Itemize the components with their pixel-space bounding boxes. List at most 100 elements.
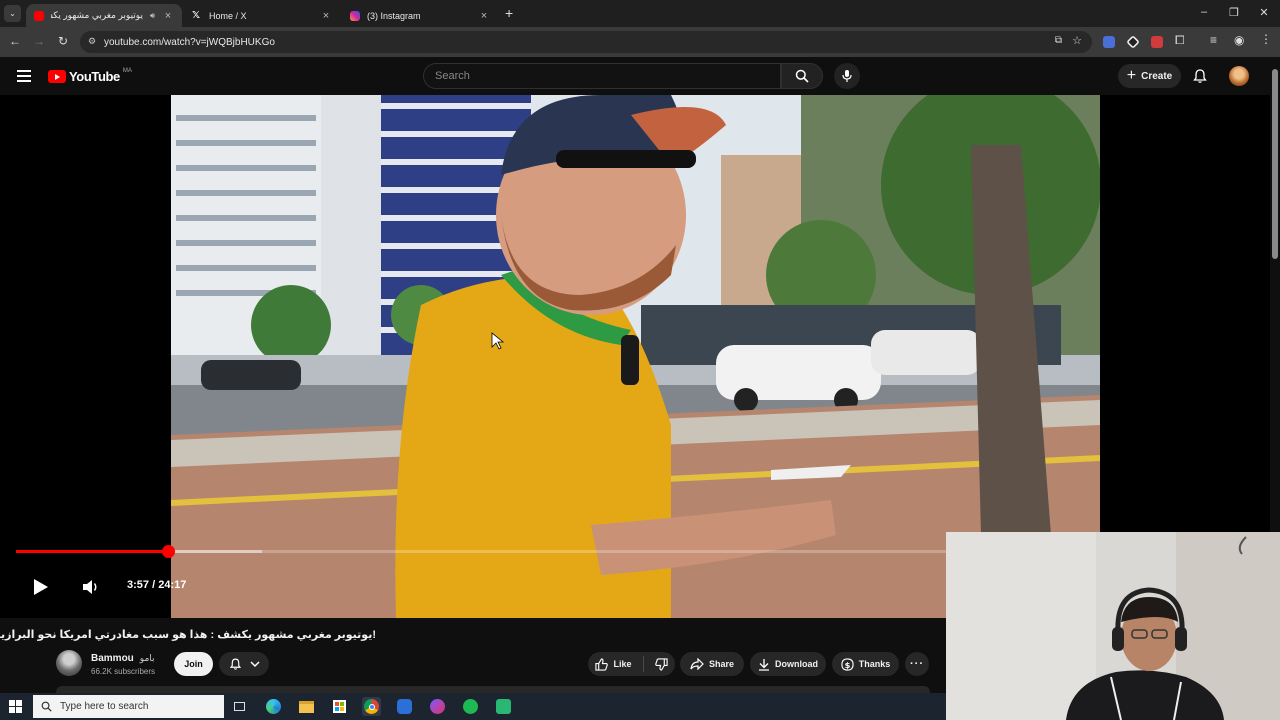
like-button[interactable]: Like	[595, 657, 632, 671]
tab-x[interactable]: 𝕏 Home / X ×	[184, 4, 340, 27]
search-icon	[795, 69, 809, 83]
extension-icon[interactable]	[1126, 35, 1140, 49]
play-icon	[34, 579, 48, 595]
close-tab-icon[interactable]: ×	[320, 10, 332, 22]
join-button[interactable]: Join	[174, 652, 213, 676]
download-button[interactable]: Download	[750, 652, 826, 676]
like-label: Like	[613, 659, 632, 669]
thanks-button[interactable]: $ Thanks	[832, 652, 899, 676]
youtube-logo[interactable]: YouTube MA	[48, 67, 132, 84]
minimize-button[interactable]: –	[1194, 6, 1214, 18]
site-info-icon[interactable]: ⚙︎	[88, 36, 96, 47]
reload-button[interactable]: ↻	[55, 34, 71, 48]
more-actions-button[interactable]: ···	[905, 652, 929, 676]
windows-taskbar: Type here to search	[0, 693, 946, 720]
thanks-label: Thanks	[858, 659, 891, 669]
browser-toolbar: ← → ↻ ⚙︎ youtube.com/watch?v=jWQBjbHUKGo…	[0, 27, 1280, 57]
translate-extension-icon[interactable]	[1103, 36, 1115, 48]
youtube-favicon-icon	[34, 10, 44, 21]
share-button[interactable]: Share	[680, 652, 744, 676]
subscriber-count: 66.2K subscribers	[91, 667, 156, 676]
channel-name-arabic: بامو	[139, 653, 155, 663]
time-display: 3:57 / 24:17	[127, 579, 187, 591]
messenger-app-icon[interactable]	[428, 697, 447, 716]
download-icon	[759, 658, 769, 671]
tab-title: (3) Instagram	[367, 10, 421, 21]
speaker-icon[interactable]: 🔊︎	[150, 11, 155, 21]
task-view-icon[interactable]	[230, 697, 249, 716]
close-tab-icon[interactable]: ×	[478, 10, 490, 22]
video-title: !يوتيوبر مغربي مشهور يكشف : هذا هو سبب م…	[0, 629, 376, 641]
channel-avatar[interactable]	[56, 650, 82, 676]
media-control-icon[interactable]: ≡	[1210, 33, 1217, 47]
like-divider	[642, 656, 644, 672]
create-button[interactable]: + Create	[1118, 64, 1181, 88]
description-box-edge[interactable]	[56, 686, 930, 693]
address-bar[interactable]: ⚙︎ youtube.com/watch?v=jWQBjbHUKGo ⧉ ☆	[80, 31, 1092, 53]
create-label: Create	[1141, 70, 1173, 82]
extensions-puzzle-icon[interactable]: ⧠	[1175, 33, 1185, 48]
play-button[interactable]	[33, 578, 49, 601]
country-code: MA	[122, 67, 132, 74]
duration: 24:17	[158, 579, 187, 591]
profile-icon[interactable]: ◉	[1234, 33, 1244, 47]
new-tab-button[interactable]: +	[505, 5, 513, 21]
voice-search-button[interactable]	[834, 63, 860, 89]
install-app-icon[interactable]: ⧉	[1055, 35, 1062, 46]
microphone-icon	[842, 70, 852, 82]
search-input[interactable]: Search	[423, 63, 781, 89]
subscription-bell-button[interactable]	[219, 652, 269, 676]
vpn-app-icon[interactable]	[395, 697, 414, 716]
tab-instagram[interactable]: (3) Instagram ×	[342, 4, 498, 27]
youtube-play-logo-icon	[48, 70, 66, 83]
microsoft-store-icon[interactable]	[330, 697, 349, 716]
bookmark-star-icon[interactable]: ☆	[1072, 34, 1082, 47]
file-explorer-icon[interactable]	[297, 697, 316, 716]
channel-name-text: Bammou	[91, 653, 134, 664]
close-window-button[interactable]: ✕	[1254, 6, 1274, 19]
bell-icon	[229, 658, 241, 670]
windows-start-icon[interactable]	[9, 700, 22, 713]
close-tab-icon[interactable]: ×	[162, 10, 174, 22]
tab-title: يوتيوبر مغربي مشهور يكشف	[51, 10, 143, 20]
search-icon	[41, 701, 52, 712]
dislike-button[interactable]	[654, 657, 668, 671]
thumbs-down-icon	[654, 657, 668, 671]
youtube-header: YouTube MA Search + Create	[0, 57, 1270, 95]
browser-tab-strip: ⌄ يوتيوبر مغربي مشهور يكشف 🔊︎ × 𝕏 Home /…	[0, 0, 1280, 27]
hamburger-menu-icon[interactable]	[17, 70, 31, 82]
more-horizontal-icon: ···	[910, 658, 924, 670]
thumbs-up-icon	[595, 657, 609, 671]
played-bar	[16, 550, 168, 553]
notifications-bell-icon[interactable]	[1192, 68, 1208, 89]
chrome-icon[interactable]	[362, 697, 381, 716]
plus-icon: +	[1126, 67, 1137, 84]
thanks-icon: $	[841, 657, 854, 671]
channel-name[interactable]: Bammou بامو	[91, 653, 155, 664]
url-text: youtube.com/watch?v=jWQBjbHUKGo	[104, 36, 275, 48]
youtube-wordmark: YouTube	[69, 69, 120, 84]
restore-button[interactable]: ❐	[1224, 6, 1244, 19]
scrollbar-thumb[interactable]	[1272, 69, 1278, 259]
tab-youtube[interactable]: يوتيوبر مغربي مشهور يكشف 🔊︎ ×	[26, 4, 182, 27]
taskbar-search-input[interactable]: Type here to search	[33, 695, 224, 718]
game-app-icon[interactable]	[494, 697, 513, 716]
browser-menu-icon[interactable]: ⋮	[1260, 32, 1272, 46]
scrubber-knob[interactable]	[161, 545, 175, 558]
progress-bar[interactable]	[16, 545, 946, 558]
webcam-feed-image	[946, 532, 1280, 720]
volume-button[interactable]	[82, 579, 100, 600]
extension-red-icon[interactable]	[1151, 36, 1163, 48]
user-avatar[interactable]	[1229, 66, 1249, 86]
tab-search-button[interactable]: ⌄	[4, 5, 21, 22]
x-favicon-icon: 𝕏	[192, 10, 201, 21]
current-time: 3:57	[127, 579, 150, 591]
spotify-icon[interactable]	[461, 697, 480, 716]
search-button[interactable]	[781, 63, 823, 89]
forward-button[interactable]: →	[31, 34, 47, 48]
back-button[interactable]: ←	[7, 34, 23, 48]
instagram-favicon-icon	[350, 10, 360, 21]
edge-icon[interactable]	[264, 697, 283, 716]
taskbar-search-placeholder: Type here to search	[60, 701, 149, 712]
share-label: Share	[708, 659, 734, 669]
